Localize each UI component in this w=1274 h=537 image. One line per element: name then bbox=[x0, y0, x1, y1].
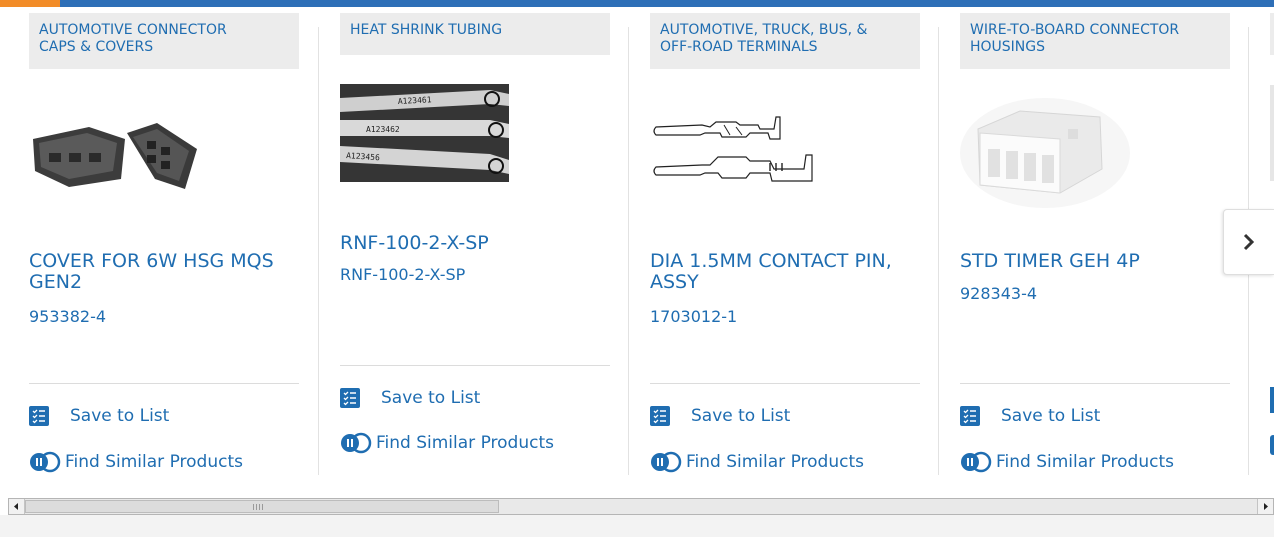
part-number-link[interactable]: RNF-100-2-X-SP bbox=[340, 265, 465, 284]
category-line: AUTOMOTIVE CONNECTOR bbox=[39, 22, 227, 38]
category-label[interactable]: WIRE-TO-BOARD CONNECTOR HOUSINGS bbox=[960, 13, 1230, 69]
category-line: OFF-ROAD TERMINALS bbox=[660, 39, 818, 55]
checklist-icon bbox=[650, 406, 670, 426]
category-line: WIRE-TO-BOARD CONNECTOR bbox=[970, 22, 1180, 38]
category-label[interactable]: AUTOMOTIVE, TRUCK, BUS, & OFF-ROAD TERMI… bbox=[650, 13, 920, 69]
product-title-link[interactable]: STD TIMER GEH 4P bbox=[960, 251, 1235, 272]
part-number-link[interactable]: 1703012-1 bbox=[650, 307, 737, 326]
product-card: AUTOMOTIVE CONNECTOR CAPS & COVERS COVER… bbox=[29, 7, 309, 497]
scroll-left-button[interactable] bbox=[9, 499, 25, 514]
find-similar-button[interactable]: Find Similar Products bbox=[340, 431, 554, 455]
card-divider bbox=[938, 27, 939, 475]
category-label bbox=[1270, 13, 1274, 55]
checklist-icon bbox=[29, 406, 49, 426]
product-title-link[interactable]: DIA 1.5MM CONTACT PIN, ASSY bbox=[650, 251, 925, 293]
find-similar-label: Find Similar Products bbox=[376, 433, 554, 453]
card-separator bbox=[29, 383, 299, 384]
scrollbar-grip bbox=[253, 504, 263, 510]
save-to-list-label: Save to List bbox=[70, 406, 170, 426]
white-connector-housing-image[interactable] bbox=[960, 93, 1130, 208]
product-card: WIRE-TO-BOARD CONNECTOR HOUSINGS STD TIM… bbox=[960, 7, 1240, 497]
product-image bbox=[1270, 85, 1274, 181]
category-line: CAPS & COVERS bbox=[39, 39, 154, 55]
product-title-link[interactable]: RNF-100-2-X-SP bbox=[340, 233, 615, 254]
arrow-right-icon bbox=[1264, 503, 1268, 510]
find-similar-label: Find Similar Products bbox=[686, 452, 864, 472]
category-line: HEAT SHRINK TUBING bbox=[350, 22, 503, 38]
category-line: HOUSINGS bbox=[970, 39, 1046, 55]
product-carousel: AUTOMOTIVE CONNECTOR CAPS & COVERS COVER… bbox=[0, 7, 1274, 497]
find-similar-icon bbox=[961, 451, 992, 473]
checklist-icon bbox=[340, 388, 360, 408]
part-number-link[interactable]: 953382-4 bbox=[29, 307, 106, 326]
card-divider bbox=[628, 27, 629, 475]
horizontal-scrollbar[interactable] bbox=[8, 498, 1274, 515]
product-card: AUTOMOTIVE, TRUCK, BUS, & OFF-ROAD TERMI… bbox=[650, 7, 930, 497]
top-accent-bar bbox=[0, 0, 1274, 7]
save-to-list-label: Save to List bbox=[381, 388, 481, 408]
save-to-list-button[interactable]: Save to List bbox=[650, 404, 790, 428]
find-similar-icon bbox=[341, 432, 372, 454]
find-similar-button[interactable]: Find Similar Products bbox=[29, 450, 243, 474]
save-to-list-label: Save to List bbox=[1001, 406, 1101, 426]
tube-marking: A123462 bbox=[366, 125, 400, 134]
find-similar-label: Find Similar Products bbox=[65, 452, 243, 472]
product-title-link[interactable]: COVER FOR 6W HSG MQS GEN2 bbox=[29, 251, 304, 293]
page-footer-area bbox=[0, 515, 1274, 537]
tube-marking: A123461 bbox=[398, 95, 432, 106]
orange-accent bbox=[0, 0, 60, 7]
card-divider bbox=[318, 27, 319, 475]
arrow-left-icon bbox=[14, 503, 18, 510]
save-to-list-button[interactable]: Save to List bbox=[960, 404, 1100, 428]
find-similar-button[interactable]: Find Similar Products bbox=[960, 450, 1174, 474]
checklist-icon bbox=[1270, 387, 1274, 413]
find-similar-icon bbox=[651, 451, 682, 473]
part-number-link[interactable]: 928343-4 bbox=[960, 284, 1037, 303]
category-line: AUTOMOTIVE, TRUCK, BUS, & bbox=[660, 22, 868, 38]
save-to-list-button[interactable]: Save to List bbox=[29, 404, 169, 428]
find-similar-button[interactable]: Find Similar Products bbox=[650, 450, 864, 474]
card-separator bbox=[650, 383, 920, 384]
category-label[interactable]: HEAT SHRINK TUBING bbox=[340, 13, 610, 55]
product-card: HEAT SHRINK TUBING A123461 A123462 A1234… bbox=[340, 7, 620, 497]
find-similar-icon bbox=[30, 451, 61, 473]
scroll-right-button[interactable] bbox=[1257, 499, 1273, 514]
connector-cover-image[interactable] bbox=[29, 109, 199, 194]
checklist-icon bbox=[960, 406, 980, 426]
contact-pin-drawing[interactable] bbox=[650, 109, 820, 194]
card-separator bbox=[340, 365, 610, 366]
category-label[interactable]: AUTOMOTIVE CONNECTOR CAPS & COVERS bbox=[29, 13, 299, 69]
save-to-list-label: Save to List bbox=[691, 406, 791, 426]
scrollbar-thumb[interactable] bbox=[25, 500, 499, 513]
heat-shrink-tubing-image[interactable]: A123461 A123462 A123456 bbox=[340, 84, 509, 182]
find-similar-icon bbox=[1270, 435, 1274, 455]
chevron-right-icon bbox=[1243, 233, 1255, 251]
carousel-next-button[interactable] bbox=[1223, 209, 1274, 275]
card-separator bbox=[960, 383, 1230, 384]
find-similar-label: Find Similar Products bbox=[996, 452, 1174, 472]
save-to-list-button[interactable]: Save to List bbox=[340, 386, 480, 410]
